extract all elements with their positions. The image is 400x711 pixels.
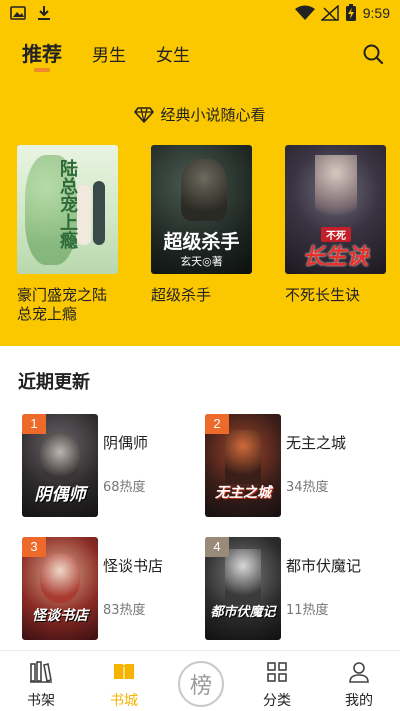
list-item[interactable]: 阴偶师 1 阴偶师 68热度	[22, 414, 202, 517]
battery-charging-icon	[345, 4, 356, 21]
book-cover[interactable]: 超级杀手 玄天◎著	[151, 145, 252, 274]
book-cover[interactable]: 无主之城 2	[205, 414, 281, 517]
active-tab-indicator	[34, 68, 50, 72]
person-icon	[349, 662, 369, 683]
nav-category[interactable]: 分类	[247, 661, 307, 710]
rank-label: 榜	[189, 674, 212, 699]
cover-title: 陆总宠上瘾	[57, 159, 78, 249]
section-title: 近期更新	[18, 372, 90, 393]
featured-book[interactable]: 陆总宠上瘾 豪门盛宠之陆总宠上瘾	[17, 145, 119, 324]
download-icon	[38, 6, 50, 20]
book-title[interactable]: 不死长生诀	[285, 286, 387, 305]
tab-male[interactable]: 男生	[92, 41, 126, 66]
cover-author: 玄天◎著	[180, 255, 223, 268]
featured-book[interactable]: 不死 长生诀 不死长生诀	[285, 145, 387, 324]
book-cover[interactable]: 陆总宠上瘾	[17, 145, 118, 274]
nav-label: 书架	[27, 693, 55, 709]
book-cover[interactable]: 怪谈书店 3	[22, 537, 98, 640]
featured-book[interactable]: 超级杀手 玄天◎著 超级杀手	[151, 145, 253, 324]
slogan: 经典小说随心看	[0, 104, 400, 125]
heat-count: 83热度	[103, 603, 146, 618]
clock-time: 9:59	[362, 5, 390, 21]
cover-title: 无主之城	[215, 485, 271, 501]
status-bar: 9:59	[0, 0, 400, 28]
book-open-icon	[114, 664, 134, 681]
slogan-text: 经典小说随心看	[160, 106, 266, 124]
grid-icon	[267, 662, 287, 682]
book-title[interactable]: 阴偶师	[103, 432, 148, 453]
bookshelf-icon	[30, 661, 52, 683]
cover-title: 长生诀	[302, 244, 369, 270]
rank-badge: 2	[205, 414, 229, 434]
nav-bookstore[interactable]: 书城	[94, 661, 154, 710]
nav-bookshelf[interactable]: 书架	[11, 661, 71, 710]
list-item[interactable]: 无主之城 2 无主之城 34热度	[205, 414, 385, 517]
rank-icon[interactable]: 榜	[178, 661, 224, 707]
nav-label: 分类	[263, 693, 291, 709]
tab-female[interactable]: 女生	[156, 41, 190, 66]
cover-title: 怪谈书店	[32, 608, 88, 624]
search-icon[interactable]	[362, 43, 384, 65]
book-cover[interactable]: 阴偶师 1	[22, 414, 98, 517]
book-cover[interactable]: 不死 长生诀	[285, 145, 386, 274]
bottom-nav: 书架 书城 榜 分类 我的	[0, 650, 400, 711]
book-title[interactable]: 无主之城	[286, 432, 346, 453]
image-icon	[10, 6, 26, 20]
category-tabs: 推荐 男生 女生	[22, 38, 220, 67]
heat-count: 11热度	[286, 603, 329, 618]
book-title[interactable]: 都市伏魔记	[286, 555, 361, 576]
tab-recommend[interactable]: 推荐	[22, 38, 62, 67]
book-title[interactable]: 豪门盛宠之陆总宠上瘾	[17, 286, 119, 324]
book-title[interactable]: 超级杀手	[151, 286, 253, 305]
book-cover[interactable]: 都市伏魔记 4	[205, 537, 281, 640]
cover-title: 阴偶师	[34, 485, 86, 505]
list-item[interactable]: 都市伏魔记 4 都市伏魔记 11热度	[205, 537, 385, 640]
nav-label: 我的	[345, 693, 373, 709]
list-item[interactable]: 怪谈书店 3 怪谈书店 83热度	[22, 537, 202, 640]
nav-label: 书城	[110, 693, 138, 709]
heat-count: 68热度	[103, 480, 146, 495]
signal-off-icon	[320, 5, 339, 21]
featured-books: 陆总宠上瘾 豪门盛宠之陆总宠上瘾 超级杀手 玄天◎著 超级杀手 不死 长生诀 不…	[17, 145, 387, 324]
cover-title: 超级杀手	[163, 231, 240, 253]
rank-badge: 3	[22, 537, 46, 557]
rank-badge: 4	[205, 537, 229, 557]
nav-mine[interactable]: 我的	[329, 661, 389, 710]
cover-title: 都市伏魔记	[210, 605, 276, 620]
rank-badge: 1	[22, 414, 46, 434]
diamond-icon	[134, 106, 155, 123]
wifi-icon	[294, 5, 315, 20]
heat-count: 34热度	[286, 480, 329, 495]
book-title[interactable]: 怪谈书店	[103, 555, 163, 576]
